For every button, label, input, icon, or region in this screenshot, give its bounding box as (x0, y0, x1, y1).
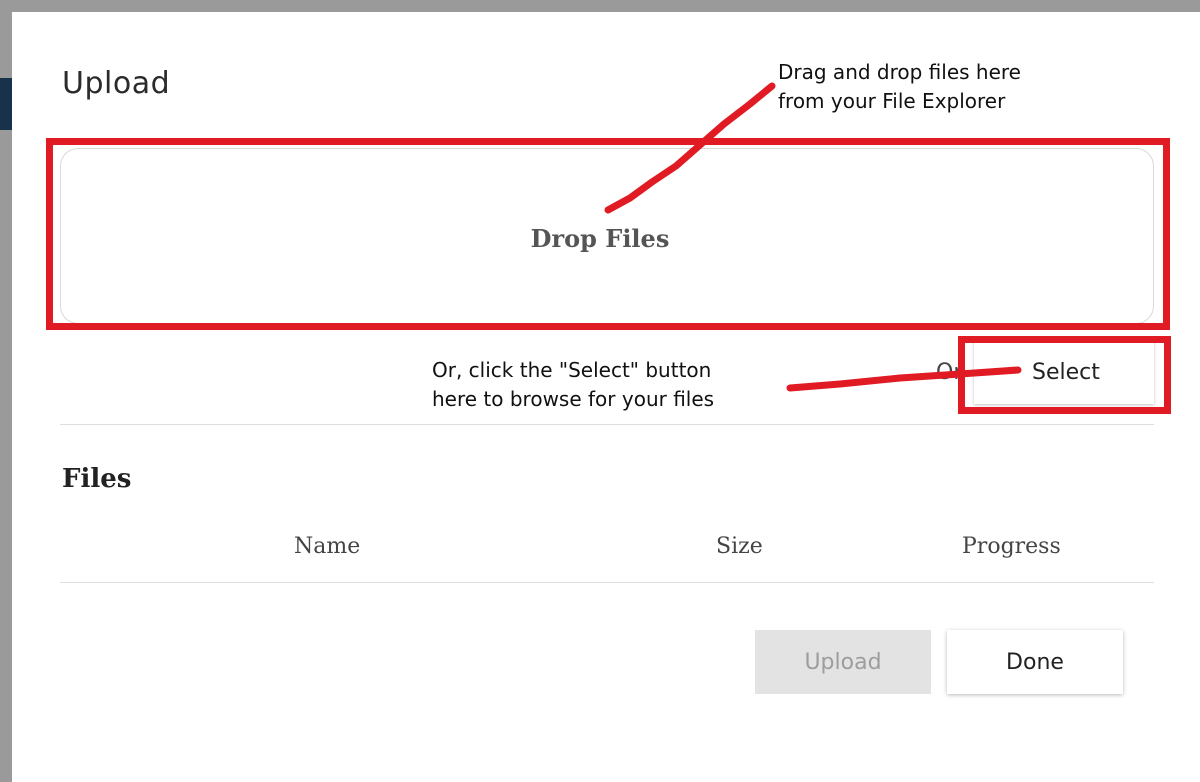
drag-drop-annotation-line-1: Drag and drop files here (778, 60, 1021, 84)
drop-zone-highlight-box (46, 138, 1170, 330)
select-button-highlight-box (958, 336, 1171, 414)
column-header-progress: Progress (962, 534, 1061, 559)
files-table-divider (60, 582, 1154, 583)
drag-drop-annotation-line-2: from your File Explorer (778, 89, 1006, 113)
done-button[interactable]: Done (947, 630, 1123, 694)
dialog-title: Upload (62, 66, 171, 101)
select-annotation-line-1: Or, click the "Select" button (432, 358, 712, 382)
files-heading: Files (62, 464, 132, 494)
backdrop-app-header-strip (0, 78, 12, 130)
drag-drop-annotation: Drag and drop files here from your File … (778, 58, 1021, 116)
select-annotation-line-2: here to browse for your files (432, 387, 715, 411)
section-divider (60, 424, 1154, 425)
column-header-size: Size (716, 534, 763, 559)
upload-button[interactable]: Upload (755, 630, 931, 694)
column-header-name: Name (294, 534, 361, 559)
select-annotation: Or, click the "Select" button here to br… (432, 356, 714, 414)
